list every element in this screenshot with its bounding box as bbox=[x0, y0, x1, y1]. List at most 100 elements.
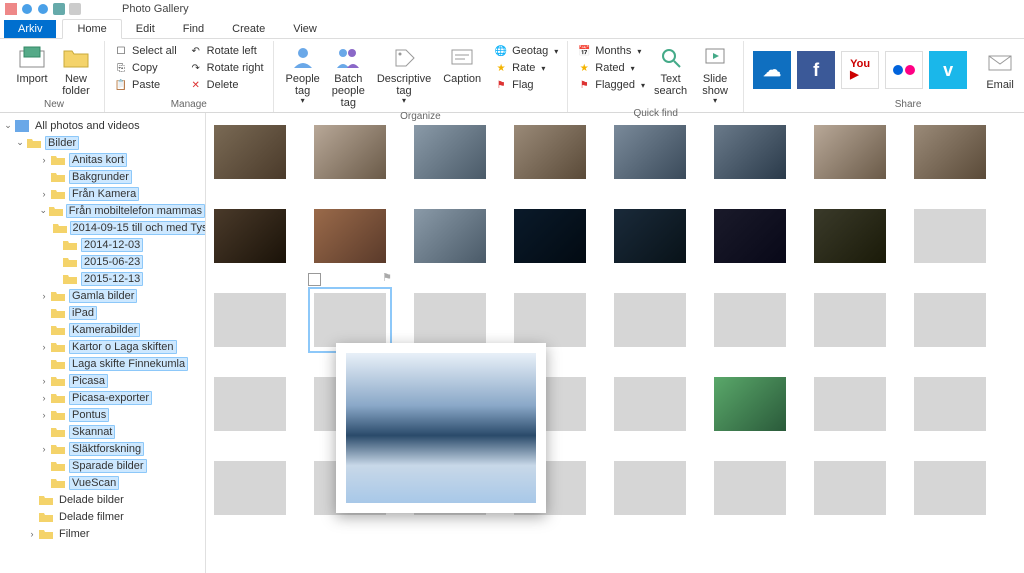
tree-folder-item[interactable]: 2014-09-15 till och med Tysklandsre bbox=[0, 219, 205, 236]
thumbnail[interactable] bbox=[914, 209, 986, 263]
flag-button[interactable]: ⚑Flag bbox=[491, 77, 561, 93]
thumbnail[interactable] bbox=[414, 293, 486, 347]
tree-folder-item[interactable]: ›Filmer bbox=[0, 525, 205, 542]
delete-button[interactable]: ✕Delete bbox=[186, 77, 267, 93]
expander-icon[interactable]: › bbox=[38, 410, 50, 420]
flagged-filter-button[interactable]: ⚑Flagged▾ bbox=[574, 77, 648, 93]
thumbnail[interactable] bbox=[714, 461, 786, 515]
tree-folder-item[interactable]: ›Pontus bbox=[0, 406, 205, 423]
expander-icon[interactable]: › bbox=[38, 376, 50, 386]
expander-icon[interactable]: ⌄ bbox=[2, 120, 14, 131]
expander-icon[interactable] bbox=[38, 461, 50, 471]
thumbnail[interactable] bbox=[414, 209, 486, 263]
thumbnail[interactable] bbox=[814, 293, 886, 347]
expander-icon[interactable] bbox=[38, 325, 50, 335]
expander-icon[interactable]: ⌄ bbox=[14, 137, 26, 148]
thumbnail[interactable] bbox=[814, 461, 886, 515]
qat-icon-4[interactable] bbox=[68, 2, 82, 16]
thumbnail[interactable] bbox=[614, 377, 686, 431]
tree-folder-item[interactable]: ›Anitas kort bbox=[0, 151, 205, 168]
tree-root[interactable]: ⌄All photos and videos bbox=[0, 117, 205, 134]
expander-icon[interactable] bbox=[50, 274, 62, 284]
import-button[interactable]: Import bbox=[10, 41, 54, 87]
thumbnail[interactable] bbox=[314, 125, 386, 179]
thumbnail[interactable] bbox=[314, 209, 386, 263]
app-icon[interactable] bbox=[4, 2, 18, 16]
slide-show-button[interactable]: Slideshow▾ bbox=[693, 41, 737, 108]
paste-button[interactable]: 📋Paste bbox=[111, 77, 180, 93]
tree-folder-item[interactable]: Kamerabilder bbox=[0, 321, 205, 338]
tree-folder-item[interactable]: iPad bbox=[0, 304, 205, 321]
qat-undo-icon[interactable] bbox=[20, 2, 34, 16]
thumbnail[interactable] bbox=[514, 209, 586, 263]
thumbnail[interactable] bbox=[714, 125, 786, 179]
tree-folder-item[interactable]: 2014-12-03 bbox=[0, 236, 205, 253]
thumbnail[interactable] bbox=[814, 377, 886, 431]
expander-icon[interactable]: › bbox=[38, 291, 50, 301]
caption-button[interactable]: Caption bbox=[437, 41, 487, 87]
tree-folder-item[interactable]: Delade bilder bbox=[0, 491, 205, 508]
expander-icon[interactable] bbox=[38, 308, 50, 318]
tree-folder-item[interactable]: Delade filmer bbox=[0, 508, 205, 525]
thumbnail[interactable] bbox=[814, 125, 886, 179]
expander-icon[interactable]: ⌄ bbox=[38, 205, 49, 216]
tab-view[interactable]: View bbox=[279, 20, 331, 38]
thumbnail[interactable] bbox=[214, 377, 286, 431]
expander-icon[interactable] bbox=[38, 359, 50, 369]
tree-folder-item[interactable]: 2015-12-13 bbox=[0, 270, 205, 287]
share-facebook-button[interactable]: f bbox=[797, 51, 835, 89]
tree-folder-item[interactable]: ›Picasa-exporter bbox=[0, 389, 205, 406]
thumbnail[interactable] bbox=[514, 293, 586, 347]
expander-icon[interactable] bbox=[26, 512, 38, 522]
expander-icon[interactable]: › bbox=[26, 529, 38, 539]
expander-icon[interactable]: › bbox=[38, 444, 50, 454]
tab-file[interactable]: Arkiv bbox=[4, 20, 56, 38]
expander-icon[interactable] bbox=[38, 172, 50, 182]
tree-folder-item[interactable]: ›Picasa bbox=[0, 372, 205, 389]
tab-home[interactable]: Home bbox=[62, 19, 121, 39]
tree-folder-item[interactable]: ›Från Kamera bbox=[0, 185, 205, 202]
months-button[interactable]: 📅Months▾ bbox=[574, 43, 648, 59]
tree-folder-item[interactable]: Sparade bilder bbox=[0, 457, 205, 474]
thumbnail-selected[interactable] bbox=[314, 293, 386, 347]
tree-folder-item[interactable]: 2015-06-23 bbox=[0, 253, 205, 270]
tree-folder-item[interactable]: Skannat bbox=[0, 423, 205, 440]
share-youtube-button[interactable]: You▶ bbox=[841, 51, 879, 89]
thumbnail[interactable] bbox=[214, 209, 286, 263]
share-onedrive-button[interactable]: ☁ bbox=[753, 51, 791, 89]
expander-icon[interactable] bbox=[38, 478, 50, 488]
thumbnail[interactable] bbox=[514, 125, 586, 179]
share-flickr-button[interactable] bbox=[885, 51, 923, 89]
tree-folder-item[interactable]: ›Kartor o Laga skiften bbox=[0, 338, 205, 355]
tree-folder-item[interactable]: Laga skifte Finnekumla bbox=[0, 355, 205, 372]
batch-people-tag-button[interactable]: Batchpeople tag bbox=[326, 41, 371, 111]
thumbnail[interactable] bbox=[614, 125, 686, 179]
thumbnail[interactable] bbox=[614, 209, 686, 263]
rotate-right-button[interactable]: ↷Rotate right bbox=[186, 60, 267, 76]
tab-edit[interactable]: Edit bbox=[122, 20, 169, 38]
expander-icon[interactable] bbox=[50, 240, 62, 250]
thumbnail[interactable] bbox=[614, 293, 686, 347]
expander-icon[interactable]: › bbox=[38, 155, 50, 165]
thumbnail[interactable] bbox=[914, 293, 986, 347]
qat-redo-icon[interactable] bbox=[36, 2, 50, 16]
rate-button[interactable]: ★Rate▾ bbox=[491, 60, 561, 76]
tree-folder-item[interactable]: Bakgrunder bbox=[0, 168, 205, 185]
thumbnail[interactable] bbox=[214, 461, 286, 515]
rated-filter-button[interactable]: ★Rated▾ bbox=[574, 60, 648, 76]
expander-icon[interactable]: › bbox=[38, 189, 50, 199]
thumbnail[interactable] bbox=[914, 461, 986, 515]
thumbnail[interactable] bbox=[714, 293, 786, 347]
qat-icon-3[interactable] bbox=[52, 2, 66, 16]
copy-button[interactable]: ⎘Copy bbox=[111, 60, 180, 76]
expander-icon[interactable] bbox=[50, 257, 62, 267]
new-folder-button[interactable]: Newfolder bbox=[54, 41, 98, 99]
expander-icon[interactable] bbox=[38, 427, 50, 437]
thumbnail[interactable] bbox=[714, 377, 786, 431]
thumbnail[interactable] bbox=[214, 125, 286, 179]
select-all-button[interactable]: ☐Select all bbox=[111, 43, 180, 59]
text-search-button[interactable]: Textsearch bbox=[648, 41, 693, 99]
rotate-left-button[interactable]: ↶Rotate left bbox=[186, 43, 267, 59]
thumbnail[interactable] bbox=[814, 209, 886, 263]
thumbnail[interactable] bbox=[214, 293, 286, 347]
